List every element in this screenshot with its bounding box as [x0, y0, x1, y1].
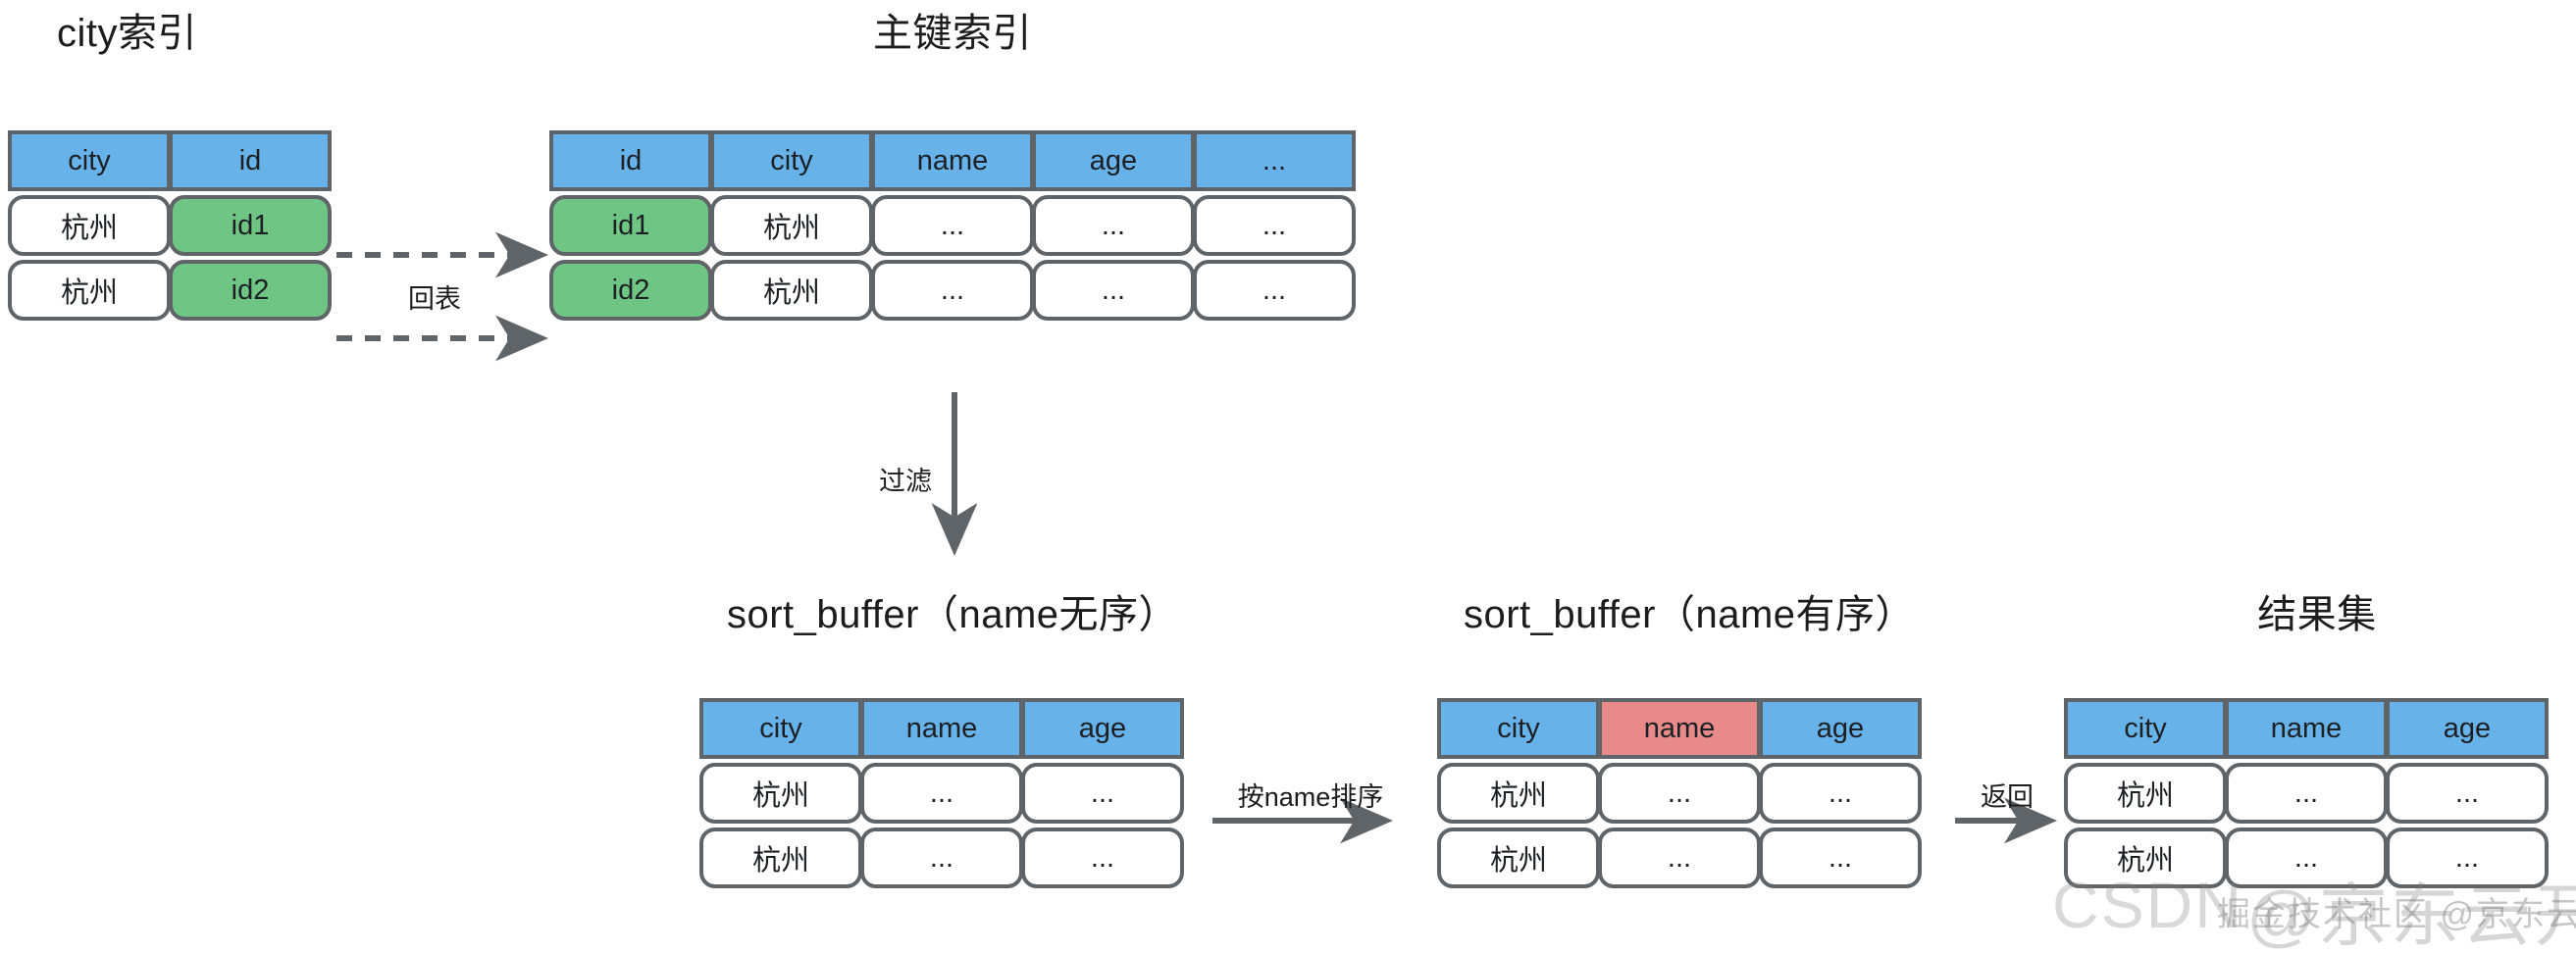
- cell-id-value: id1: [549, 195, 712, 256]
- cell-city-value: 杭州: [699, 828, 862, 888]
- cell-city-value: 杭州: [710, 195, 873, 256]
- cell-city-value: 杭州: [699, 763, 862, 824]
- column-header-city: city: [2064, 698, 2227, 759]
- city-index-table: city id 杭州 id1 杭州 id2: [8, 130, 332, 321]
- cell-city-value: 杭州: [8, 260, 171, 321]
- table-row: 杭州 id1: [8, 193, 332, 256]
- column-header-city: city: [699, 698, 862, 759]
- cell-id-value: id1: [169, 195, 332, 256]
- cell-age-value: ...: [1759, 828, 1922, 888]
- sort-buffer-sorted-title: sort_buffer（name有序）: [1463, 593, 1916, 636]
- cell-name-value: ...: [2225, 828, 2388, 888]
- column-header-name: name: [2225, 698, 2388, 759]
- cell-more-value: ...: [1193, 260, 1356, 321]
- column-header-name: name: [871, 130, 1034, 191]
- cell-age-value: ...: [1032, 195, 1195, 256]
- table-row: 杭州 id2: [8, 258, 332, 321]
- cell-age-value: ...: [2386, 763, 2549, 824]
- cell-age-value: ...: [1032, 260, 1195, 321]
- table-row: 杭州 ... ...: [699, 826, 1184, 888]
- table-row: id2 杭州 ... ... ...: [549, 258, 1356, 321]
- sort-buffer-sorted-table: city name age 杭州 ... ... 杭州 ... ...: [1437, 698, 1922, 888]
- table-header-row: city id: [8, 130, 332, 191]
- cell-city-value: 杭州: [8, 195, 171, 256]
- primary-index-table: id city name age ... id1 杭州 ... ... ... …: [549, 130, 1356, 321]
- column-header-name-highlighted: name: [1598, 698, 1761, 759]
- cell-id-value: id2: [549, 260, 712, 321]
- column-header-city: city: [710, 130, 873, 191]
- table-row: 杭州 ... ...: [2064, 761, 2549, 824]
- table-header-row: city name age: [1437, 698, 1922, 759]
- table-header-row: city name age: [699, 698, 1184, 759]
- column-header-more: ...: [1193, 130, 1356, 191]
- table-row: 杭州 ... ...: [699, 761, 1184, 824]
- cell-age-value: ...: [1759, 763, 1922, 824]
- lookup-table-arrow-label: 回表: [408, 284, 461, 314]
- table-row: 杭州 ... ...: [1437, 826, 1922, 888]
- cell-age-value: ...: [1021, 763, 1184, 824]
- cell-id-value: id2: [169, 260, 332, 321]
- filter-arrow: [931, 392, 978, 556]
- column-header-age: age: [1759, 698, 1922, 759]
- result-set-title: 结果集: [2257, 593, 2377, 636]
- filter-arrow-label: 过滤: [879, 467, 932, 496]
- column-header-name: name: [860, 698, 1023, 759]
- table-row: 杭州 ... ...: [2064, 826, 2549, 888]
- table-row: 杭州 ... ...: [1437, 761, 1922, 824]
- diagram-canvas: city索引 主键索引 sort_buffer（name无序） sort_buf…: [0, 0, 2576, 953]
- return-arrow-label: 返回: [1981, 782, 2034, 812]
- cell-name-value: ...: [860, 828, 1023, 888]
- cell-city-value: 杭州: [1437, 828, 1600, 888]
- sort-buffer-unsorted-title: sort_buffer（name无序）: [726, 593, 1179, 636]
- cell-city-value: 杭州: [2064, 763, 2227, 824]
- sort-by-name-arrow-label: 按name排序: [1237, 782, 1384, 812]
- column-header-id: id: [169, 130, 332, 191]
- cell-city-value: 杭州: [710, 260, 873, 321]
- table-row: id1 杭州 ... ... ...: [549, 193, 1356, 256]
- column-header-age: age: [1032, 130, 1195, 191]
- cell-age-value: ...: [1021, 828, 1184, 888]
- cell-age-value: ...: [2386, 828, 2549, 888]
- cell-name-value: ...: [860, 763, 1023, 824]
- city-index-title: city索引: [57, 12, 197, 55]
- cell-name-value: ...: [871, 260, 1034, 321]
- cell-name-value: ...: [2225, 763, 2388, 824]
- table-header-row: city name age: [2064, 698, 2549, 759]
- cell-name-value: ...: [871, 195, 1034, 256]
- column-header-city: city: [8, 130, 171, 191]
- result-set-table: city name age 杭州 ... ... 杭州 ... ...: [2064, 698, 2549, 888]
- column-header-id: id: [549, 130, 712, 191]
- sort-buffer-unsorted-table: city name age 杭州 ... ... 杭州 ... ...: [699, 698, 1184, 888]
- cell-city-value: 杭州: [1437, 763, 1600, 824]
- primary-index-title: 主键索引: [873, 12, 1032, 55]
- column-header-age: age: [2386, 698, 2549, 759]
- cell-name-value: ...: [1598, 828, 1761, 888]
- cell-more-value: ...: [1193, 195, 1356, 256]
- table-header-row: id city name age ...: [549, 130, 1356, 191]
- cell-city-value: 杭州: [2064, 828, 2227, 888]
- column-header-age: age: [1021, 698, 1184, 759]
- column-header-city: city: [1437, 698, 1600, 759]
- cell-name-value: ...: [1598, 763, 1761, 824]
- brand-watermark-small: 掘金技术社区 @京东云开发者: [2217, 896, 2576, 933]
